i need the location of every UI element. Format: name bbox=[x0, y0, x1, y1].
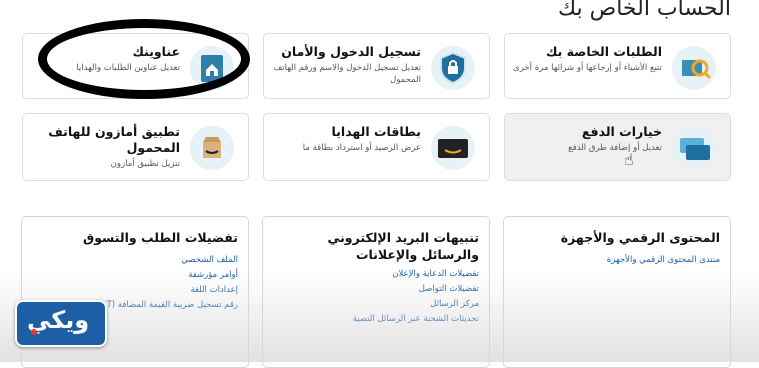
orders-box-icon bbox=[672, 46, 716, 90]
card-description: تعديل تسجيل الدخول والاسم ورقم الهاتف ال… bbox=[273, 63, 421, 85]
section-email-alerts: تنبيهات البريد الإلكتروني والرسائل والإع… bbox=[262, 216, 490, 368]
section-link[interactable]: تفضيلات الدعاية والإعلان bbox=[271, 267, 479, 282]
section-link[interactable]: منتدى المحتوى الرقمي والأجهزة bbox=[512, 253, 720, 268]
watermark-logo: ويكي bbox=[15, 300, 107, 347]
amazon-app-icon bbox=[190, 126, 234, 170]
card-amazon-app[interactable]: تطبيق أمازون للهاتف المحمول تنزيل تطبيق أ… bbox=[22, 113, 249, 181]
card-description: تعديل أو إضافة طرق الدفع bbox=[568, 143, 662, 153]
section-link[interactable]: مركز الرسائل bbox=[271, 297, 479, 312]
section-link[interactable]: تفضيلات التواصل bbox=[271, 282, 479, 297]
card-your-orders[interactable]: الطلبات الخاصة بك تتبع الأشياء أو إرجاعها… bbox=[504, 33, 731, 99]
security-shield-icon bbox=[431, 46, 475, 90]
section-link[interactable]: إعدادات اللغة bbox=[30, 283, 238, 298]
payment-cards-icon bbox=[672, 126, 716, 170]
section-link[interactable]: أوامر مؤرشفة bbox=[30, 268, 238, 283]
card-login-security[interactable]: تسجيل الدخول والأمان تعديل تسجيل الدخول و… bbox=[263, 33, 490, 99]
section-digital-content: المحتوى الرقمي والأجهزة منتدى المحتوى ال… bbox=[503, 216, 731, 368]
card-description: تتبع الأشياء أو إرجاعها أو شرائها مرة أخ… bbox=[513, 63, 662, 73]
card-title: بطاقات الهدايا bbox=[331, 124, 421, 139]
section-title: تنبيهات البريد الإلكتروني والرسائل والإع… bbox=[327, 230, 479, 262]
card-title: الطلبات الخاصة بك bbox=[546, 44, 662, 59]
card-payment-options[interactable]: خيارات الدفع تعديل أو إضافة طرق الدفع bbox=[504, 113, 731, 181]
section-link[interactable]: الملف الشخصي bbox=[30, 253, 238, 268]
section-link[interactable]: تحديثات الشحنة عبر الرسائل النصية bbox=[271, 312, 479, 327]
card-description: تنزيل تطبيق أمازون bbox=[110, 159, 180, 169]
card-title: تطبيق أمازون للهاتف المحمول bbox=[48, 124, 180, 155]
section-title: المحتوى الرقمي والأجهزة bbox=[560, 230, 720, 245]
hand-cursor-icon: ☝ bbox=[624, 150, 634, 169]
highlight-circle bbox=[38, 19, 250, 99]
logo-dot bbox=[31, 329, 37, 335]
card-title: تسجيل الدخول والأمان bbox=[281, 44, 421, 59]
gift-card-icon bbox=[431, 126, 475, 170]
card-description: عرض الرصيد أو استرداد بطاقة ما bbox=[302, 143, 421, 153]
section-title: تفضيلات الطلب والتسوق bbox=[83, 230, 238, 245]
page-title: الحساب الخاص بك bbox=[557, 0, 731, 21]
card-gift-cards[interactable]: بطاقات الهدايا عرض الرصيد أو استرداد بطاق… bbox=[263, 113, 490, 181]
card-title: خيارات الدفع bbox=[581, 124, 662, 139]
